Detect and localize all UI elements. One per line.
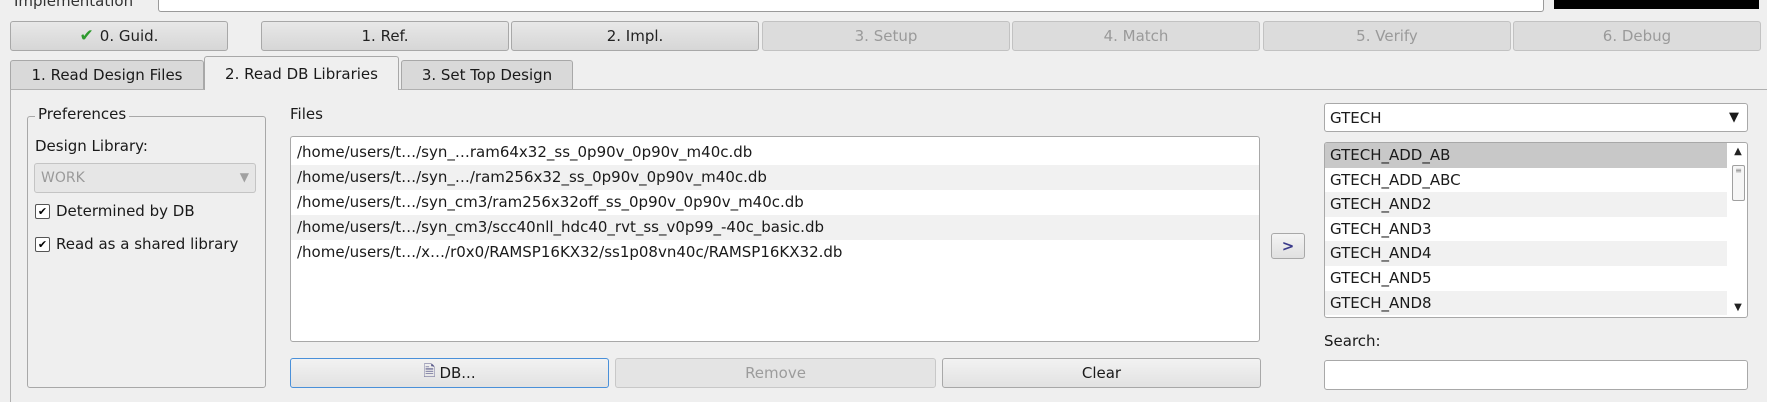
library-cells-list[interactable]: GTECH_ADD_AB GTECH_ADD_ABC GTECH_AND2 GT… <box>1324 142 1748 318</box>
remove-button[interactable]: Remove <box>615 358 936 388</box>
search-label: Search: <box>1324 332 1381 350</box>
step-label: 4. Match <box>1103 27 1169 45</box>
step-0-guidance[interactable]: ✔ 0. Guid. <box>10 21 228 51</box>
design-library-label: Design Library: <box>35 137 148 155</box>
determined-by-db-checkbox[interactable]: ✔ Determined by DB <box>35 202 195 220</box>
button-label: DB... <box>439 364 476 382</box>
chevron-down-icon: ▼ <box>1729 110 1739 125</box>
library-cell-item[interactable]: GTECH_ADD_AB <box>1325 143 1727 168</box>
design-library-value: WORK <box>41 170 85 186</box>
database-file-icon: 🗎 <box>423 361 436 380</box>
search-input[interactable] <box>1324 360 1748 390</box>
step-1-reference[interactable]: 1. Ref. <box>261 21 509 51</box>
chevron-right-icon: > <box>1281 237 1295 255</box>
step-5-verify[interactable]: 5. Verify <box>1263 21 1511 51</box>
checkbox-check-icon: ✔ <box>35 203 50 219</box>
file-list-item[interactable]: /home/users/t…/syn_…ram64x32_ss_0p90v_0p… <box>291 140 1259 165</box>
implementation-label: Implementation <box>14 0 134 10</box>
tab-set-top-design[interactable]: 3. Set Top Design <box>401 60 573 89</box>
step-4-match[interactable]: 4. Match <box>1012 21 1260 51</box>
step-label: 2. Impl. <box>606 27 664 45</box>
tab-read-design-files[interactable]: 1. Read Design Files <box>10 60 204 89</box>
file-list-item[interactable]: /home/users/t…/syn_…/ram256x32_ss_0p90v_… <box>291 165 1259 190</box>
step-3-setup[interactable]: 3. Setup <box>762 21 1010 51</box>
implementation-input[interactable] <box>158 0 1544 12</box>
step-label: 0. Guid. <box>99 27 159 45</box>
scroll-thumb[interactable]: ≡ <box>1732 165 1745 201</box>
library-select-value: GTECH <box>1330 108 1382 127</box>
library-select[interactable]: GTECH ▼ <box>1324 103 1748 132</box>
check-icon: ✔ <box>79 26 94 46</box>
tab-label: 1. Read Design Files <box>31 66 183 84</box>
checkbox-label: Determined by DB <box>56 202 195 220</box>
button-label: Clear <box>1081 364 1122 382</box>
add-library-cell-button[interactable]: > <box>1271 233 1305 259</box>
checkbox-check-icon: ✔ <box>35 236 50 252</box>
step-2-implementation[interactable]: 2. Impl. <box>511 21 759 51</box>
library-cell-item[interactable]: GTECH_AND3 <box>1325 217 1727 242</box>
files-label: Files <box>290 105 323 123</box>
step-6-debug[interactable]: 6. Debug <box>1513 21 1761 51</box>
tab-label: 2. Read DB Libraries <box>225 64 378 83</box>
button-label: Remove <box>745 364 806 382</box>
step-label: 3. Setup <box>854 27 918 45</box>
design-library-select[interactable]: WORK ▼ <box>34 163 256 193</box>
checkbox-label: Read as a shared library <box>56 235 239 253</box>
library-cell-item[interactable]: GTECH_AND2 <box>1325 192 1727 217</box>
file-list-item[interactable]: /home/users/t…/syn_cm3/ram256x32off_ss_0… <box>291 190 1259 215</box>
preferences-title: Preferences <box>35 105 130 123</box>
library-cell-item[interactable]: GTECH_ADD_ABC <box>1325 168 1727 193</box>
library-cells-scrollbar[interactable]: ▲ ≡ ▼ <box>1731 145 1745 315</box>
clear-button[interactable]: Clear <box>942 358 1261 388</box>
step-label: 5. Verify <box>1356 27 1418 45</box>
library-cell-item[interactable]: GTECH_AND8 <box>1325 290 1727 316</box>
step-label: 6. Debug <box>1602 27 1672 45</box>
library-cell-item[interactable]: GTECH_AND5 <box>1325 266 1727 291</box>
files-list[interactable]: /home/users/t…/syn_…ram64x32_ss_0p90v_0p… <box>290 136 1260 342</box>
implementation-status-block <box>1554 0 1759 9</box>
tab-label: 3. Set Top Design <box>421 66 553 84</box>
file-list-item[interactable]: /home/users/t…/x…/r0x0/RAMSP16KX32/ss1p0… <box>291 240 1259 265</box>
chevron-down-icon: ▼ <box>239 170 249 184</box>
file-list-item[interactable]: /home/users/t…/syn_cm3/scc40nll_hdc40_rv… <box>291 215 1259 240</box>
library-cell-item[interactable]: GTECH_AND4 <box>1325 241 1727 266</box>
step-label: 1. Ref. <box>361 27 409 45</box>
read-as-shared-library-checkbox[interactable]: ✔ Read as a shared library <box>35 235 238 253</box>
add-db-button[interactable]: 🗎 DB... <box>290 358 609 388</box>
scroll-down-icon[interactable]: ▼ <box>1731 301 1745 315</box>
tab-read-db-libraries[interactable]: 2. Read DB Libraries <box>204 56 399 90</box>
scroll-up-icon[interactable]: ▲ <box>1731 145 1745 159</box>
